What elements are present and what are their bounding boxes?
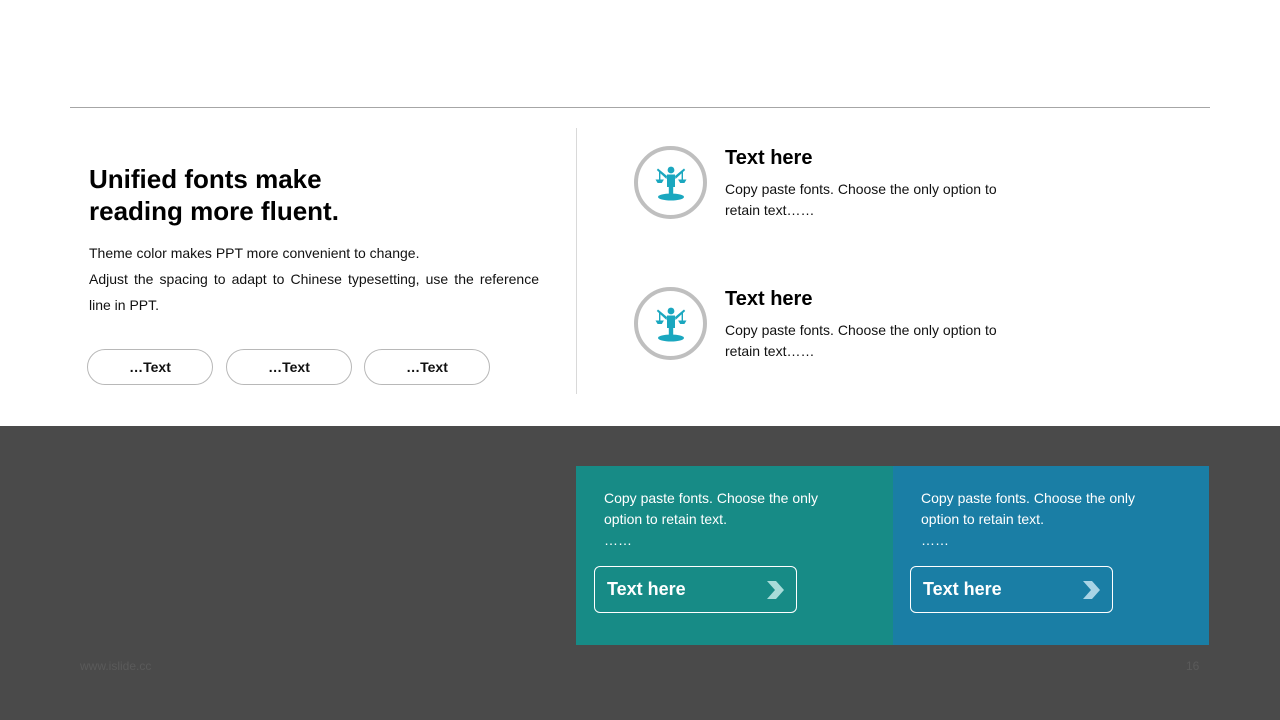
- feature-description: Copy paste fonts. Choose the only option…: [725, 320, 1025, 362]
- section-heading: Unified fonts make reading more fluent.: [89, 163, 509, 227]
- panel-button-label: Text here: [607, 579, 686, 599]
- teal-info-panel: Copy paste fonts. Choose the only option…: [576, 466, 893, 645]
- heading-line-1: Unified fonts make: [89, 164, 322, 194]
- feature-desc-line: retain text……: [725, 343, 815, 359]
- page-number: 16: [1186, 659, 1200, 673]
- justice-figure-icon: [634, 146, 707, 219]
- text-pill-button-3[interactable]: …Text: [364, 349, 490, 385]
- top-divider: [70, 107, 1210, 108]
- vertical-divider: [576, 128, 577, 394]
- body-paragraph: Theme color makes PPT more convenient to…: [89, 240, 539, 318]
- panel-button-blue[interactable]: Text here: [910, 566, 1113, 613]
- paragraph-line-2: Adjust the spacing to adapt to Chinese t…: [89, 271, 539, 313]
- chevron-right-icon: [767, 580, 784, 599]
- blue-info-panel: Copy paste fonts. Choose the only option…: [893, 466, 1209, 645]
- justice-figure-icon: [634, 287, 707, 360]
- chevron-right-icon: [1083, 580, 1100, 599]
- footer-website: www.islide.cc: [80, 659, 152, 673]
- panel-text-line: option to retain text.: [921, 511, 1044, 527]
- panel-text-ellipsis: ……: [921, 532, 949, 548]
- text-pill-button-1[interactable]: …Text: [87, 349, 213, 385]
- panel-text-line: option to retain text.: [604, 511, 727, 527]
- feature-desc-line: retain text……: [725, 202, 815, 218]
- paragraph-line-1: Theme color makes PPT more convenient to…: [89, 245, 420, 261]
- text-pill-button-2[interactable]: …Text: [226, 349, 352, 385]
- panel-button-teal[interactable]: Text here: [594, 566, 797, 613]
- panel-text: Copy paste fonts. Choose the only option…: [921, 488, 1171, 551]
- panel-button-label: Text here: [923, 579, 1002, 599]
- feature-description: Copy paste fonts. Choose the only option…: [725, 179, 1025, 221]
- panel-text-ellipsis: ……: [604, 532, 632, 548]
- feature-item-1: Text here Copy paste fonts. Choose the o…: [634, 146, 1054, 236]
- panel-text-line: Copy paste fonts. Choose the only: [921, 490, 1136, 506]
- feature-desc-line: Copy paste fonts. Choose the only option…: [725, 181, 997, 197]
- panel-text: Copy paste fonts. Choose the only option…: [604, 488, 854, 551]
- feature-desc-line: Copy paste fonts. Choose the only option…: [725, 322, 997, 338]
- heading-line-2: reading more fluent.: [89, 196, 339, 226]
- panel-text-line: Copy paste fonts. Choose the only: [604, 490, 819, 506]
- feature-title: Text here: [725, 147, 813, 169]
- feature-title: Text here: [725, 288, 813, 310]
- feature-item-2: Text here Copy paste fonts. Choose the o…: [634, 287, 1054, 377]
